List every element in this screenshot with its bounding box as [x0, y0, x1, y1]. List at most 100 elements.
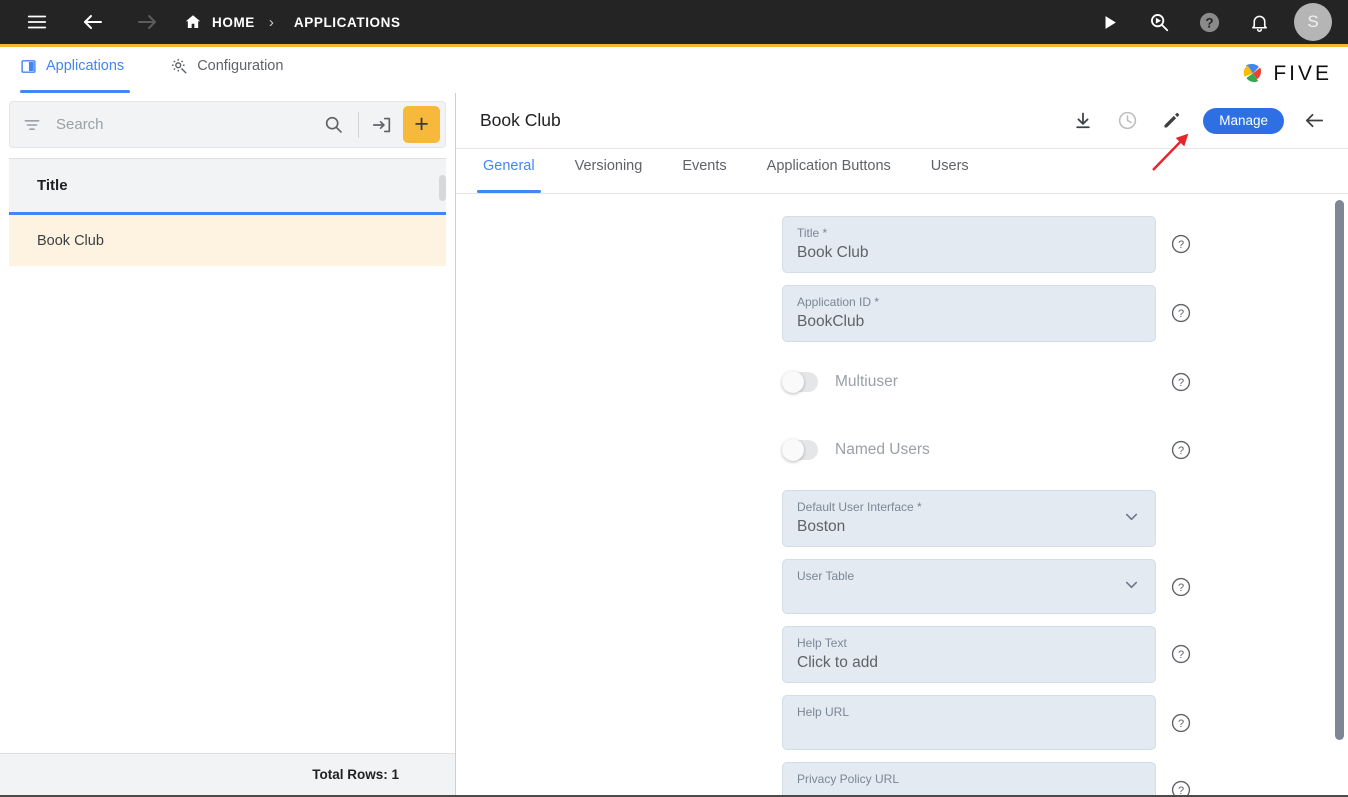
breadcrumb-separator: › — [268, 13, 274, 31]
tab-application-buttons-label: Application Buttons — [766, 157, 891, 174]
privacy-policy-url-label: Privacy Policy URL — [797, 772, 900, 786]
top-navigation-bar: HOME › APPLICATIONS ? S — [0, 0, 1348, 47]
chevron-down-icon[interactable] — [1122, 575, 1141, 599]
help-circle-icon[interactable]: ? — [1170, 233, 1192, 255]
svg-text:?: ? — [1178, 239, 1184, 251]
tab-users[interactable]: Users — [928, 149, 972, 193]
page-title: Book Club — [480, 110, 561, 130]
applications-grid: Title Book Club — [9, 158, 446, 753]
tab-configuration-label: Configuration — [197, 58, 284, 74]
svg-text:?: ? — [1205, 15, 1213, 30]
title-field[interactable]: Title * Book Club — [782, 216, 1156, 273]
grid-column-title[interactable]: Title — [37, 177, 68, 194]
privacy-policy-url-value — [797, 788, 1141, 795]
gear-settings-icon — [170, 57, 188, 75]
help-text-field[interactable]: Help Text Click to add — [782, 626, 1156, 683]
help-url-field[interactable]: Help URL — [782, 695, 1156, 750]
search-toolbar: + — [0, 93, 455, 154]
help-circle-icon[interactable]: ? — [1170, 643, 1192, 665]
multiuser-toggle[interactable] — [782, 371, 818, 393]
svg-text:?: ? — [1178, 582, 1184, 594]
named-users-toggle[interactable] — [782, 439, 818, 461]
total-rows-label: Total Rows: 1 — [312, 767, 399, 782]
chevron-down-icon[interactable] — [1122, 507, 1141, 531]
brand-logo: FIVE — [1240, 61, 1332, 87]
help-circle-icon[interactable]: ? — [1170, 371, 1192, 393]
multiuser-label: Multiuser — [835, 373, 898, 390]
grid-horizontal-scroll-indicator[interactable] — [439, 175, 446, 201]
help-url-label: Help URL — [797, 705, 850, 719]
help-url-value — [797, 721, 1141, 741]
svg-text:?: ? — [1178, 377, 1184, 389]
arrow-left-collapse-icon[interactable] — [1294, 101, 1334, 141]
import-arrow-into-box-icon[interactable] — [367, 114, 397, 136]
field-privacy-policy-url-row: Privacy Policy URL ? — [612, 762, 1192, 795]
breadcrumb-label-applications[interactable]: APPLICATIONS — [294, 15, 401, 30]
detail-actions: Manage — [1063, 101, 1334, 141]
toolbar-divider — [358, 111, 359, 138]
field-multiuser-row: Multiuser ? — [612, 354, 1192, 410]
main-body: + Title Book Club Total Rows: 1 — [0, 93, 1348, 795]
field-user-table-row: User Table ? — [612, 559, 1192, 614]
help-text-value: Click to add — [797, 654, 878, 671]
tab-users-label: Users — [930, 157, 969, 174]
manage-button[interactable]: Manage — [1203, 107, 1284, 134]
search-bar: + — [9, 101, 446, 148]
named-users-label: Named Users — [835, 441, 930, 458]
toggle-knob — [782, 371, 804, 393]
field-title-row: Title * Book Club ? — [612, 216, 1192, 273]
field-application-id-row: Application ID * BookClub ? — [612, 285, 1192, 342]
application-window: HOME › APPLICATIONS ? S Applications Con… — [0, 0, 1348, 797]
tab-general-label: General — [483, 157, 535, 174]
field-named-users-row: Named Users ? — [612, 422, 1192, 478]
default-user-interface-select[interactable]: Default User Interface * Boston — [782, 490, 1156, 547]
user-table-select[interactable]: User Table — [782, 559, 1156, 614]
help-circle-icon[interactable]: ? — [1170, 439, 1192, 461]
tab-versioning-label: Versioning — [574, 157, 643, 174]
search-input[interactable] — [42, 116, 317, 133]
search-run-icon[interactable] — [1138, 1, 1180, 43]
tab-events[interactable]: Events — [679, 149, 729, 193]
tab-general[interactable]: General — [477, 149, 541, 193]
scrollbar-thumb[interactable] — [1335, 200, 1344, 740]
title-field-value: Book Club — [797, 244, 869, 261]
general-form-scroll-area: Title * Book Club ? Application ID * Boo… — [456, 194, 1348, 795]
table-row[interactable]: Book Club — [9, 215, 446, 266]
svg-text:?: ? — [1178, 445, 1184, 457]
help-circle-icon[interactable]: ? — [1170, 302, 1192, 324]
home-icon — [184, 13, 202, 31]
bell-icon[interactable] — [1238, 1, 1280, 43]
application-id-field[interactable]: Application ID * BookClub — [782, 285, 1156, 342]
tab-configuration[interactable]: Configuration — [170, 47, 289, 93]
breadcrumb-item-home[interactable]: HOME — [184, 13, 255, 31]
application-detail-panel: Book Club Manage General Versioning Even… — [456, 93, 1348, 795]
avatar[interactable]: S — [1294, 3, 1332, 41]
pencil-edit-icon[interactable] — [1151, 101, 1191, 141]
title-field-label: Title * — [797, 226, 828, 240]
arrow-forward-icon[interactable] — [126, 1, 168, 43]
help-circle-icon[interactable]: ? — [1170, 712, 1192, 734]
form-vertical-scrollbar[interactable] — [1335, 200, 1344, 789]
privacy-policy-url-field[interactable]: Privacy Policy URL — [782, 762, 1156, 795]
help-circle-icon[interactable]: ? — [1170, 576, 1192, 598]
application-id-field-value: BookClub — [797, 313, 865, 330]
help-circle-icon[interactable]: ? — [1188, 1, 1230, 43]
download-icon[interactable] — [1063, 101, 1103, 141]
svg-text:?: ? — [1178, 785, 1184, 795]
play-run-icon[interactable] — [1088, 1, 1130, 43]
history-clock-icon[interactable] — [1107, 101, 1147, 141]
filter-icon[interactable] — [22, 115, 42, 135]
help-circle-icon[interactable]: ? — [1170, 779, 1192, 795]
field-help-text-row: Help Text Click to add ? — [612, 626, 1192, 683]
add-application-button[interactable]: + — [403, 106, 440, 143]
hamburger-menu-icon[interactable] — [16, 1, 58, 43]
arrow-back-icon[interactable] — [72, 1, 114, 43]
tab-events-label: Events — [682, 157, 727, 174]
tab-applications[interactable]: Applications — [20, 47, 131, 93]
tab-versioning[interactable]: Versioning — [572, 149, 646, 193]
general-form: Title * Book Club ? Application ID * Boo… — [456, 194, 1348, 795]
search-icon[interactable] — [317, 114, 350, 135]
tab-application-buttons[interactable]: Application Buttons — [764, 149, 894, 193]
field-help-url-row: Help URL ? — [612, 695, 1192, 750]
tab-applications-label: Applications — [46, 58, 125, 74]
